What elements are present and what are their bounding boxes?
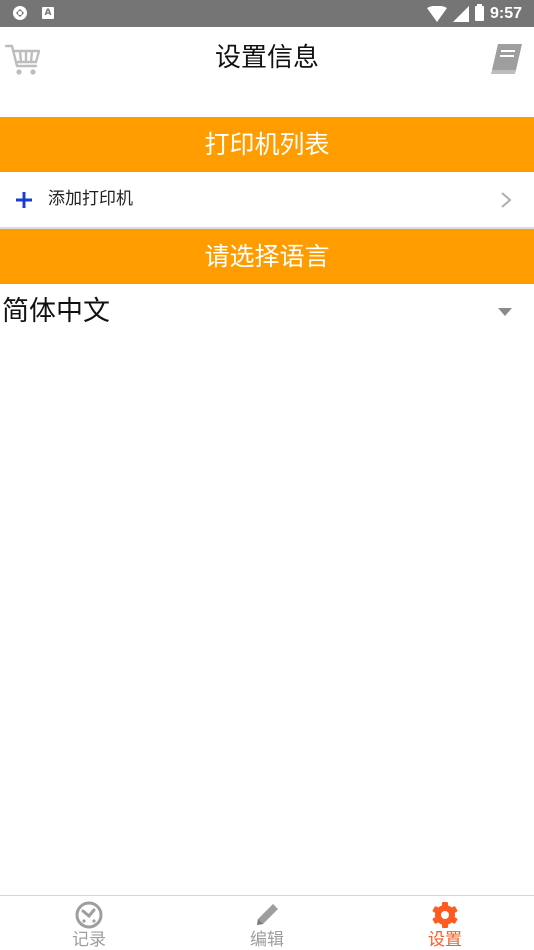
a-badge-icon: A bbox=[42, 7, 54, 19]
language-header: 请选择语言 bbox=[0, 229, 534, 284]
book-icon bbox=[491, 44, 522, 74]
chevron-right-icon bbox=[501, 192, 512, 208]
history-icon bbox=[75, 901, 103, 929]
settings-screen: A 9:57 设置信息 打印机列表 添加打印机 请选择语言 简体中文 记录 编辑… bbox=[0, 0, 534, 950]
signal-icon bbox=[452, 5, 469, 22]
nav-item-edit[interactable]: 编辑 bbox=[178, 896, 356, 950]
add-printer-label: 添加打印机 bbox=[48, 189, 133, 209]
pencil-icon bbox=[257, 904, 278, 925]
language-dropdown[interactable]: 简体中文 bbox=[0, 284, 534, 340]
status-right-icons: 9:57 bbox=[426, 3, 522, 24]
nav-item-settings[interactable]: 设置 bbox=[356, 896, 534, 950]
gear-icon bbox=[432, 902, 458, 928]
status-bar: A 9:57 bbox=[0, 0, 534, 27]
wifi-icon bbox=[426, 5, 447, 22]
add-printer-row[interactable]: 添加打印机 bbox=[0, 172, 534, 229]
printer-list-header: 打印机列表 bbox=[0, 117, 534, 172]
sync-icon bbox=[13, 6, 27, 20]
nav-label-records: 记录 bbox=[72, 930, 106, 950]
nav-item-records[interactable]: 记录 bbox=[0, 896, 178, 950]
book-button[interactable] bbox=[488, 42, 524, 76]
nav-label-edit: 编辑 bbox=[250, 930, 284, 950]
language-selected-value: 简体中文 bbox=[2, 296, 110, 327]
plus-icon bbox=[16, 192, 32, 208]
status-time: 9:57 bbox=[489, 5, 522, 22]
dropdown-arrow-icon bbox=[498, 308, 512, 316]
status-left-icons: A bbox=[12, 5, 54, 21]
page-title: 设置信息 bbox=[214, 43, 319, 73]
bottom-nav: 记录 编辑 设置 bbox=[0, 895, 534, 950]
nav-label-settings: 设置 bbox=[428, 930, 462, 950]
battery-icon bbox=[474, 4, 484, 21]
